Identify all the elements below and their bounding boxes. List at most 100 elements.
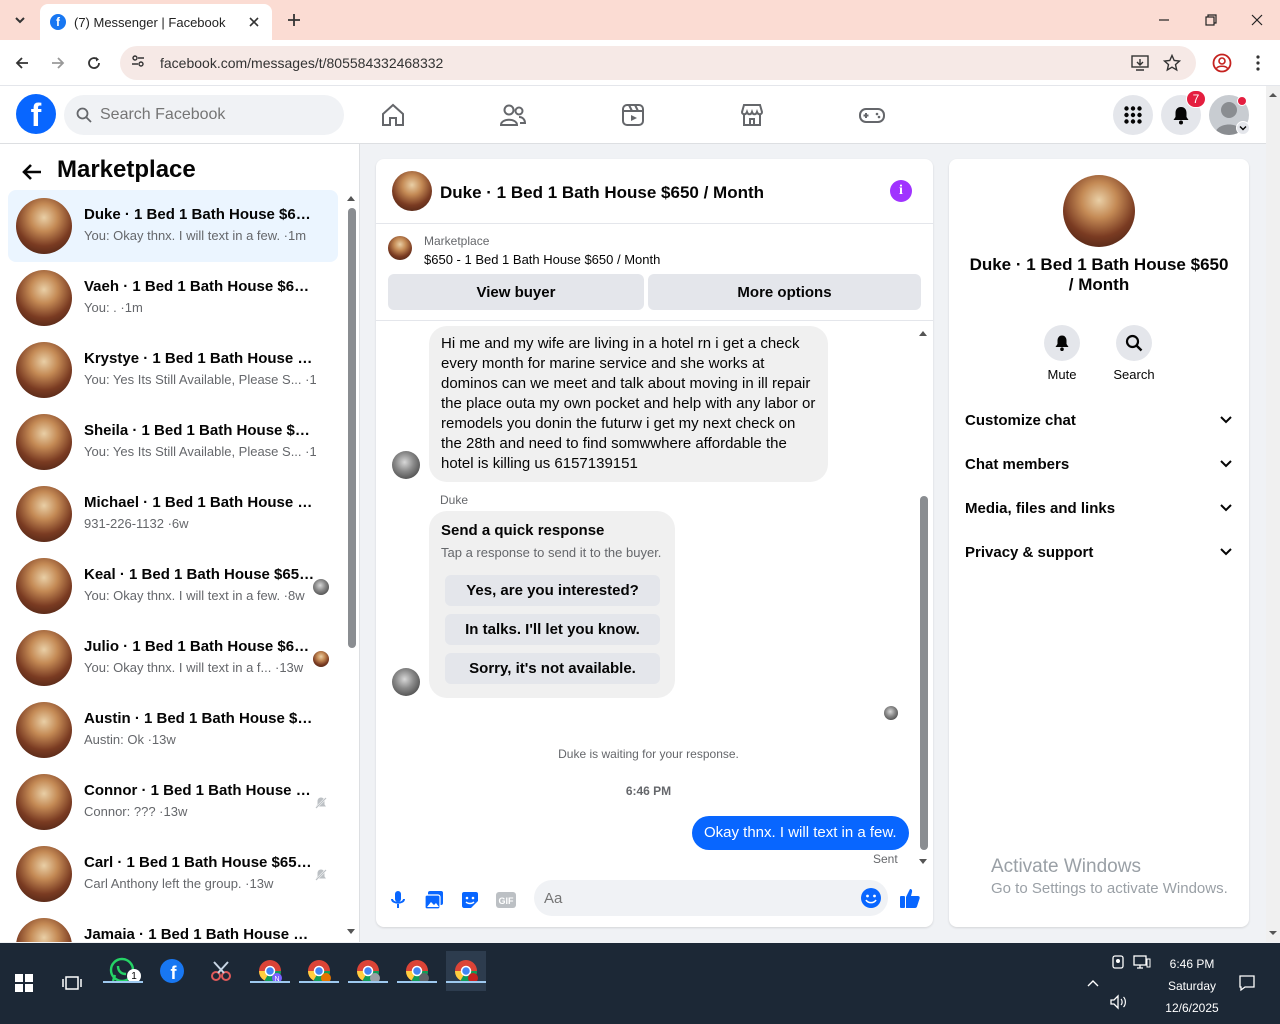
quick-response-yes-button[interactable]: Yes, are you interested?: [445, 575, 660, 606]
like-thumb-icon[interactable]: [898, 886, 922, 910]
sender-avatar[interactable]: [392, 451, 420, 479]
chat-panel: Duke · 1 Bed 1 Bath House $650 / Month i…: [376, 159, 933, 927]
svg-text:GIF: GIF: [499, 896, 515, 906]
conversation-item[interactable]: Keal · 1 Bed 1 Bath House $650 / Month Y…: [8, 550, 338, 622]
sender-avatar[interactable]: [392, 668, 420, 696]
facebook-search-input[interactable]: [100, 106, 320, 124]
chevron-down-icon: [1220, 504, 1232, 512]
chrome-profile-2-icon[interactable]: [299, 951, 339, 991]
quick-response-talks-button[interactable]: In talks. I'll let you know.: [445, 614, 660, 645]
conversation-item[interactable]: Krystye · 1 Bed 1 Bath House $650 / Mont…: [8, 334, 338, 406]
marketplace-icon[interactable]: [735, 98, 769, 132]
task-view-icon[interactable]: [52, 963, 92, 1003]
chat-title[interactable]: Duke · 1 Bed 1 Bath House $650 / Month: [440, 183, 764, 203]
friends-icon[interactable]: [496, 98, 530, 132]
photo-icon[interactable]: [422, 888, 446, 912]
conversation-item[interactable]: Julio · 1 Bed 1 Bath House $650 / Month …: [8, 622, 338, 694]
listing-avatar: [16, 486, 72, 542]
outgoing-message: Okay thnx. I will text in a few.: [692, 816, 909, 850]
whatsapp-icon[interactable]: 1: [103, 951, 143, 991]
quick-response-unavailable-button[interactable]: Sorry, it's not available.: [445, 653, 660, 684]
conversation-item[interactable]: Sheila · 1 Bed 1 Bath House $650 / Month…: [8, 406, 338, 478]
sticker-icon[interactable]: [458, 888, 482, 912]
conversation-item[interactable]: Michael · 1 Bed 1 Bath House $650 / Mont…: [8, 478, 338, 550]
message-input-box[interactable]: [534, 880, 888, 916]
view-buyer-button[interactable]: View buyer: [388, 274, 644, 310]
windows-taskbar: 1 f N 6:46 PM Saturday 12/6/2025: [0, 943, 1280, 1024]
chat-scroll-up-icon[interactable]: [918, 324, 928, 336]
message-composer: GIF: [376, 875, 933, 927]
account-chevron-icon[interactable]: [1236, 121, 1250, 135]
back-arrow-icon[interactable]: [18, 158, 46, 186]
reload-icon[interactable]: [82, 51, 106, 75]
gif-icon[interactable]: GIF: [494, 888, 518, 912]
windows-start-icon[interactable]: [4, 963, 44, 1003]
minimize-window-icon[interactable]: [1141, 0, 1187, 40]
chat-scroll-down-icon[interactable]: [918, 853, 928, 864]
conversation-item[interactable]: Jamaia · 1 Bed 1 Bath House $650 / Month: [8, 910, 338, 942]
facebook-header: f: [0, 86, 1266, 144]
video-icon[interactable]: [616, 98, 650, 132]
listing-thumbnail: [388, 236, 412, 260]
mute-action[interactable]: Mute: [1032, 325, 1092, 382]
microphone-icon[interactable]: [386, 888, 410, 912]
running-indicator: [250, 981, 290, 983]
facebook-search[interactable]: [64, 95, 344, 135]
browser-tab-messenger[interactable]: f (7) Messenger | Facebook: [40, 4, 272, 40]
action-center-icon[interactable]: [1238, 974, 1256, 992]
conversation-item[interactable]: Duke · 1 Bed 1 Bath House $650 / Month Y…: [8, 190, 338, 262]
show-hidden-icons-chevron-icon[interactable]: [1084, 974, 1102, 992]
close-window-icon[interactable]: [1234, 0, 1280, 40]
network-icon[interactable]: [1133, 953, 1151, 971]
profile-icon[interactable]: [1210, 51, 1234, 75]
listing-title[interactable]: $650 - 1 Bed 1 Bath House $650 / Month: [424, 252, 660, 267]
volume-icon[interactable]: [1109, 993, 1127, 1011]
conversation-item[interactable]: Vaeh · 1 Bed 1 Bath House $650 / Month Y…: [8, 262, 338, 334]
chat-members-section[interactable]: Chat members: [965, 452, 1233, 476]
quick-response-card: Send a quick response Tap a response to …: [429, 511, 675, 698]
emoji-icon[interactable]: [860, 887, 882, 914]
bookmark-star-icon[interactable]: [1160, 51, 1184, 75]
privacy-support-section[interactable]: Privacy & support: [965, 540, 1233, 564]
info-icon[interactable]: i: [890, 180, 912, 202]
facebook-logo-icon[interactable]: f: [16, 94, 56, 134]
chat-avatar[interactable]: [392, 171, 432, 211]
chrome-profile-1-icon[interactable]: N: [250, 951, 290, 991]
back-arrow-icon[interactable]: [10, 51, 34, 75]
chrome-profile-5-icon[interactable]: [446, 951, 486, 991]
menu-grid-icon[interactable]: [1113, 95, 1153, 135]
search-action[interactable]: Search: [1104, 325, 1164, 382]
conversation-name: Duke · 1 Bed 1 Bath House $650 / Month: [84, 206, 316, 223]
site-settings-icon[interactable]: [130, 53, 146, 74]
restore-window-icon[interactable]: [1188, 0, 1234, 40]
close-tab-icon[interactable]: [246, 14, 262, 30]
forward-arrow-icon[interactable]: [46, 51, 70, 75]
conversation-item[interactable]: Carl · 1 Bed 1 Bath House $650 / Month C…: [8, 838, 338, 910]
meet-now-icon[interactable]: [1109, 953, 1127, 971]
conversation-item[interactable]: Connor · 1 Bed 1 Bath House $650 / Month…: [8, 766, 338, 838]
notification-count-badge: 7: [1186, 90, 1206, 108]
browser-menu-icon[interactable]: [1246, 51, 1270, 75]
clock[interactable]: 6:46 PM Saturday 12/6/2025: [1160, 953, 1224, 1019]
customize-chat-section[interactable]: Customize chat: [965, 408, 1233, 432]
page-scrollbar[interactable]: [1266, 86, 1280, 942]
home-icon[interactable]: [376, 98, 410, 132]
sidebar-scroll-thumb[interactable]: [348, 208, 356, 648]
tab-search-chevron-icon[interactable]: [8, 8, 32, 32]
address-bar[interactable]: facebook.com/messages/t/805584332468332: [120, 46, 1196, 80]
chrome-profile-3-icon[interactable]: [348, 951, 388, 991]
gaming-icon[interactable]: [855, 98, 889, 132]
install-app-icon[interactable]: [1128, 51, 1152, 75]
media-files-links-section[interactable]: Media, files and links: [965, 496, 1233, 520]
facebook-favicon-icon: f: [50, 14, 66, 30]
snipping-tool-icon[interactable]: [201, 951, 241, 991]
more-options-button[interactable]: More options: [648, 274, 921, 310]
chat-scroll-thumb[interactable]: [920, 496, 928, 850]
message-input[interactable]: [544, 889, 844, 907]
chrome-profile-4-icon[interactable]: [397, 951, 437, 991]
read-receipt-avatar: [313, 651, 329, 667]
facebook-app-icon[interactable]: f: [152, 951, 192, 991]
listing-avatar: [16, 414, 72, 470]
new-tab-icon[interactable]: [282, 8, 306, 32]
conversation-item[interactable]: Austin · 1 Bed 1 Bath House $650 / Month…: [8, 694, 338, 766]
